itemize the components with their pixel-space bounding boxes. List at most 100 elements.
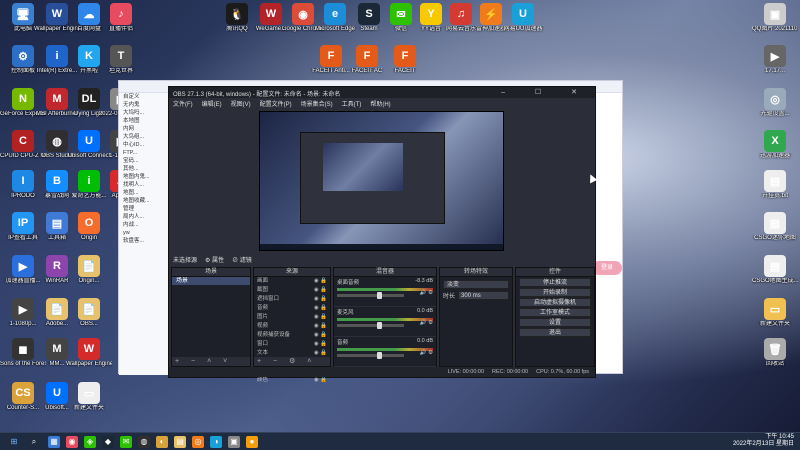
taskbar-app-icon[interactable]: ▦ (48, 436, 60, 448)
source-item[interactable]: 遮挡窗口 ◉ 🔒 (254, 295, 330, 304)
speaker-gear-icon[interactable]: 🔊 ⚙ (420, 320, 433, 326)
menu-item[interactable]: 场景集合(S) (301, 99, 333, 108)
taskbar-app-icon[interactable]: ● (246, 436, 258, 448)
source-item[interactable]: 视频捕获设备 ◉ 🔒 (254, 331, 330, 340)
qq-group-item[interactable]: 管理 (119, 205, 170, 213)
search-icon[interactable]: ⌕ (28, 436, 40, 448)
slider-knob[interactable] (377, 322, 383, 329)
scenes-dock-footer[interactable]: + − ˄ ˅ (172, 357, 250, 366)
transition-select[interactable]: 淡变 (443, 280, 509, 289)
taskbar-app-icon[interactable]: ◉ (66, 436, 78, 448)
visibility-lock-icon[interactable]: ◉ 🔒 (314, 277, 327, 286)
scene-item[interactable]: 场景 (172, 277, 250, 285)
speaker-gear-icon[interactable]: 🔊 ⚙ (420, 290, 433, 296)
qq-group-item[interactable]: 本地图 (119, 117, 170, 125)
desktop-icon[interactable]: X 迅游加速器 (752, 130, 798, 160)
volume-slider[interactable] (337, 292, 405, 299)
taskbar-app-icon[interactable]: ▤ (174, 436, 186, 448)
desktop-icon[interactable]: ▶ 17.17... (752, 45, 798, 75)
source-item[interactable]: 截图 ◉ 🔒 (254, 286, 330, 295)
qq-group-item[interactable]: 大坞吗... (119, 109, 170, 117)
qq-group-item[interactable]: yw (119, 229, 170, 237)
qq-group-item[interactable]: 地图内鬼... (119, 173, 170, 181)
desktop-icon[interactable]: 🗑 回收站 (752, 338, 798, 368)
taskbar-app-icon[interactable]: ◈ (84, 436, 96, 448)
system-clock[interactable]: 下午 10:45 2022年2月13日 星期日 (733, 434, 794, 448)
desktop-icon[interactable]: W Wallpaper Engine (66, 338, 112, 368)
visibility-lock-icon[interactable]: ◉ 🔒 (314, 313, 327, 322)
taskbar-app-icon[interactable]: ◐ (156, 436, 168, 448)
visibility-lock-icon[interactable]: ◉ 🔒 (314, 376, 327, 385)
desktop-icon[interactable]: ▣QQ图片 20211102... (752, 3, 798, 33)
visibility-lock-icon[interactable]: ◉ 🔒 (314, 286, 327, 295)
properties-button[interactable]: ⚙ 属性 (205, 255, 224, 265)
qq-group-item[interactable]: 地图... (119, 189, 170, 197)
qq-group-item[interactable]: 自定义 (119, 93, 170, 101)
obs-window[interactable]: OBS 27.1.3 (64-bit, windows) - 配置文件: 未命名… (168, 86, 596, 383)
qq-group-item[interactable]: 内战... (119, 221, 170, 229)
control-button[interactable]: 开始录制 (519, 288, 591, 297)
qq-group-item[interactable]: 其他... (119, 165, 170, 173)
control-button[interactable]: 启动虚拟摄像机 (519, 298, 591, 307)
source-item[interactable]: 视频 ◉ 🔒 (254, 322, 330, 331)
visibility-lock-icon[interactable]: ◉ 🔒 (314, 331, 327, 340)
taskbar-app-icon[interactable]: ◑ (210, 436, 222, 448)
menu-item[interactable]: 配置文件(P) (260, 99, 292, 108)
qq-group-item[interactable]: 软盘客... (119, 237, 170, 245)
control-button[interactable]: 工作室模式 (519, 308, 591, 317)
desktop-icon[interactable]: U 网易UU加速器 (500, 3, 546, 33)
desktop-icon[interactable]: 📄 OBS... (66, 298, 112, 328)
slider-knob[interactable] (377, 292, 383, 299)
qq-contact-panel[interactable]: 自定义 无内鬼 大坞吗... 本地图 内网 大鸟组... 中心ID... FTP... 宝码..… (119, 93, 171, 375)
visibility-lock-icon[interactable]: ◉ 🔒 (314, 322, 327, 331)
volume-slider[interactable] (337, 352, 405, 359)
source-item[interactable]: 画面 ◉ 🔒 (254, 277, 330, 286)
menu-item[interactable]: 工具(T) (342, 99, 362, 108)
taskbar-app-icon[interactable]: ◆ (102, 436, 114, 448)
taskbar-app-icon[interactable]: ◍ (138, 436, 150, 448)
sources-dock-footer[interactable]: + − ⚙ ˄ ˅ (254, 357, 330, 374)
control-button[interactable]: 停止推流 (519, 278, 591, 287)
qq-group-item[interactable]: 中心ID... (119, 141, 170, 149)
login-button[interactable]: 登录 (592, 261, 622, 275)
desktop-icon[interactable]: ▭ 新建文件夹 (66, 382, 112, 412)
source-item[interactable]: 窗口 ◉ 🔒 (254, 340, 330, 349)
visibility-lock-icon[interactable]: ◉ 🔒 (314, 304, 327, 313)
window-controls[interactable]: – ☐ ✕ (501, 88, 591, 96)
obs-preview[interactable] (259, 111, 504, 251)
desktop-icon[interactable]: F FACEIT (382, 45, 428, 75)
filters-button[interactable]: ⊘ 滤镜 (232, 255, 252, 265)
volume-slider[interactable] (337, 322, 405, 329)
desktop-icon[interactable]: O Origin (66, 212, 112, 242)
qq-group-item[interactable]: 宝码... (119, 157, 170, 165)
desktop-icon[interactable]: ▤ CSGO地图生成... (752, 255, 798, 285)
desktop-icon[interactable]: ▭ 新建文件夹 (752, 298, 798, 328)
control-button[interactable]: 设置 (519, 318, 591, 327)
qq-group-item[interactable]: 无内鬼 (119, 101, 170, 109)
qq-group-item[interactable]: FTP... (119, 149, 170, 157)
menu-item[interactable]: 文件(F) (173, 99, 193, 108)
desktop-icon[interactable]: ♪ 直播伴侣 (98, 3, 144, 33)
source-item[interactable]: 颜色 ◉ 🔒 (254, 376, 330, 385)
control-button[interactable]: 退出 (519, 328, 591, 337)
desktop-icon[interactable]: T 坦克世界 (98, 45, 144, 75)
qq-group-item[interactable]: 找明人... (119, 181, 170, 189)
menu-item[interactable]: 帮助(H) (370, 99, 390, 108)
source-item[interactable]: 音频 ◉ 🔒 (254, 304, 330, 313)
visibility-lock-icon[interactable]: ◉ 🔒 (314, 340, 327, 349)
visibility-lock-icon[interactable]: ◉ 🔒 (314, 295, 327, 304)
qq-group-item[interactable]: 地图收藏... (119, 197, 170, 205)
qq-group-item[interactable]: 局内人... (119, 213, 170, 221)
qq-group-item[interactable]: 大鸟组... (119, 133, 170, 141)
taskbar-app-icon[interactable]: ✉ (120, 436, 132, 448)
source-item[interactable]: 图片 ◉ 🔒 (254, 313, 330, 322)
taskbar-app-icon[interactable]: ◎ (192, 436, 204, 448)
desktop-icon[interactable]: ◎ 光驱设置... (752, 88, 798, 118)
slider-knob[interactable] (377, 352, 383, 359)
duration-input[interactable]: 300 ms (458, 291, 509, 300)
speaker-gear-icon[interactable]: 🔊 ⚙ (420, 350, 433, 356)
desktop-icon[interactable]: ▤ CSGO迷你地图 (752, 212, 798, 242)
qq-group-item[interactable]: 内网 (119, 125, 170, 133)
desktop-icon[interactable]: 📄 Origin... (66, 255, 112, 285)
taskbar-app-icon[interactable]: ▣ (228, 436, 240, 448)
